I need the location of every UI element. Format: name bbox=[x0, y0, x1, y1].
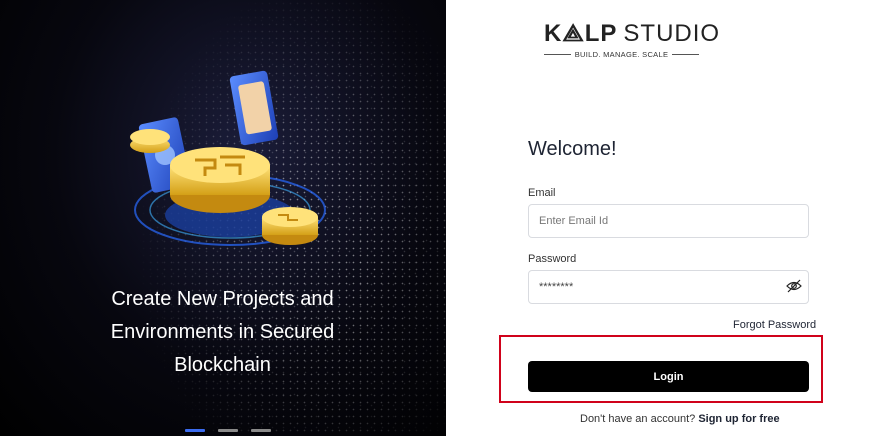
carousel-dot-2[interactable] bbox=[218, 429, 238, 432]
carousel-indicators bbox=[185, 429, 271, 432]
logo-rule-left bbox=[544, 54, 571, 55]
carousel-dot-3[interactable] bbox=[251, 429, 271, 432]
hero-headline: Create New Projects and Environments in … bbox=[110, 288, 335, 376]
logo-brand-bold: K⟁LP bbox=[544, 20, 618, 47]
hero-panel: Create New Projects and Environments in … bbox=[0, 0, 446, 436]
welcome-heading: Welcome! bbox=[528, 138, 617, 160]
email-label: Email bbox=[528, 187, 556, 199]
signup-link[interactable]: Sign up for free bbox=[698, 413, 779, 425]
signup-prompt-text: Don't have an account? bbox=[580, 413, 696, 425]
blockchain-coins-illustration bbox=[130, 70, 326, 246]
logo-rule-right bbox=[672, 54, 699, 55]
carousel-dot-1[interactable] bbox=[185, 429, 205, 432]
forgot-password-link[interactable]: Forgot Password bbox=[733, 319, 816, 331]
toggle-password-visibility-icon[interactable] bbox=[786, 279, 802, 293]
email-input[interactable] bbox=[528, 204, 809, 238]
login-button[interactable]: Login bbox=[528, 361, 809, 392]
logo-tagline: BUILD. MANAGE. SCALE bbox=[574, 50, 669, 59]
logo-brand-light: STUDIO bbox=[623, 20, 721, 47]
signup-prompt: Don't have an account? Sign up for free bbox=[580, 413, 780, 425]
password-label: Password bbox=[528, 253, 577, 265]
password-input[interactable] bbox=[528, 270, 809, 304]
kalp-studio-logo: K⟁LP STUDIO BUILD. MANAGE. SCALE bbox=[544, 20, 719, 59]
